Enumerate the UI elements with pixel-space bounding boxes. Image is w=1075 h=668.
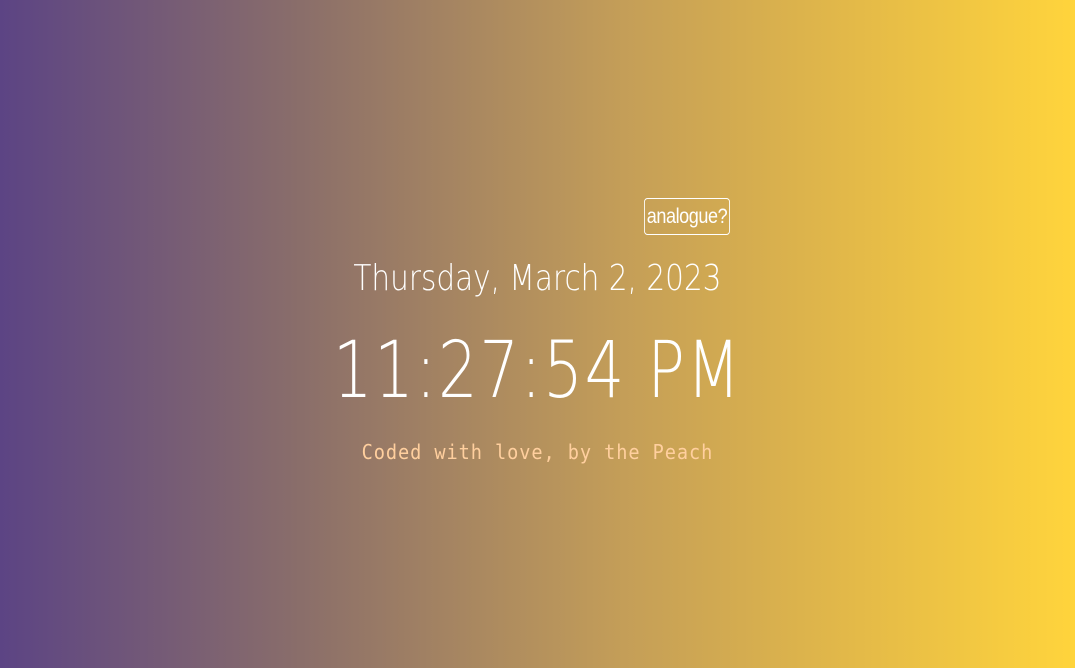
clock-container: analogue? Thursday, March 2, 2023 11:27:… (0, 0, 1075, 668)
time-display: 11:27:54 PM (332, 326, 742, 416)
credit-text: Coded with love, by the Peach (361, 440, 714, 464)
date-display: Thursday, March 2, 2023 (353, 258, 722, 299)
analogue-toggle-button[interactable]: analogue? (644, 198, 730, 235)
